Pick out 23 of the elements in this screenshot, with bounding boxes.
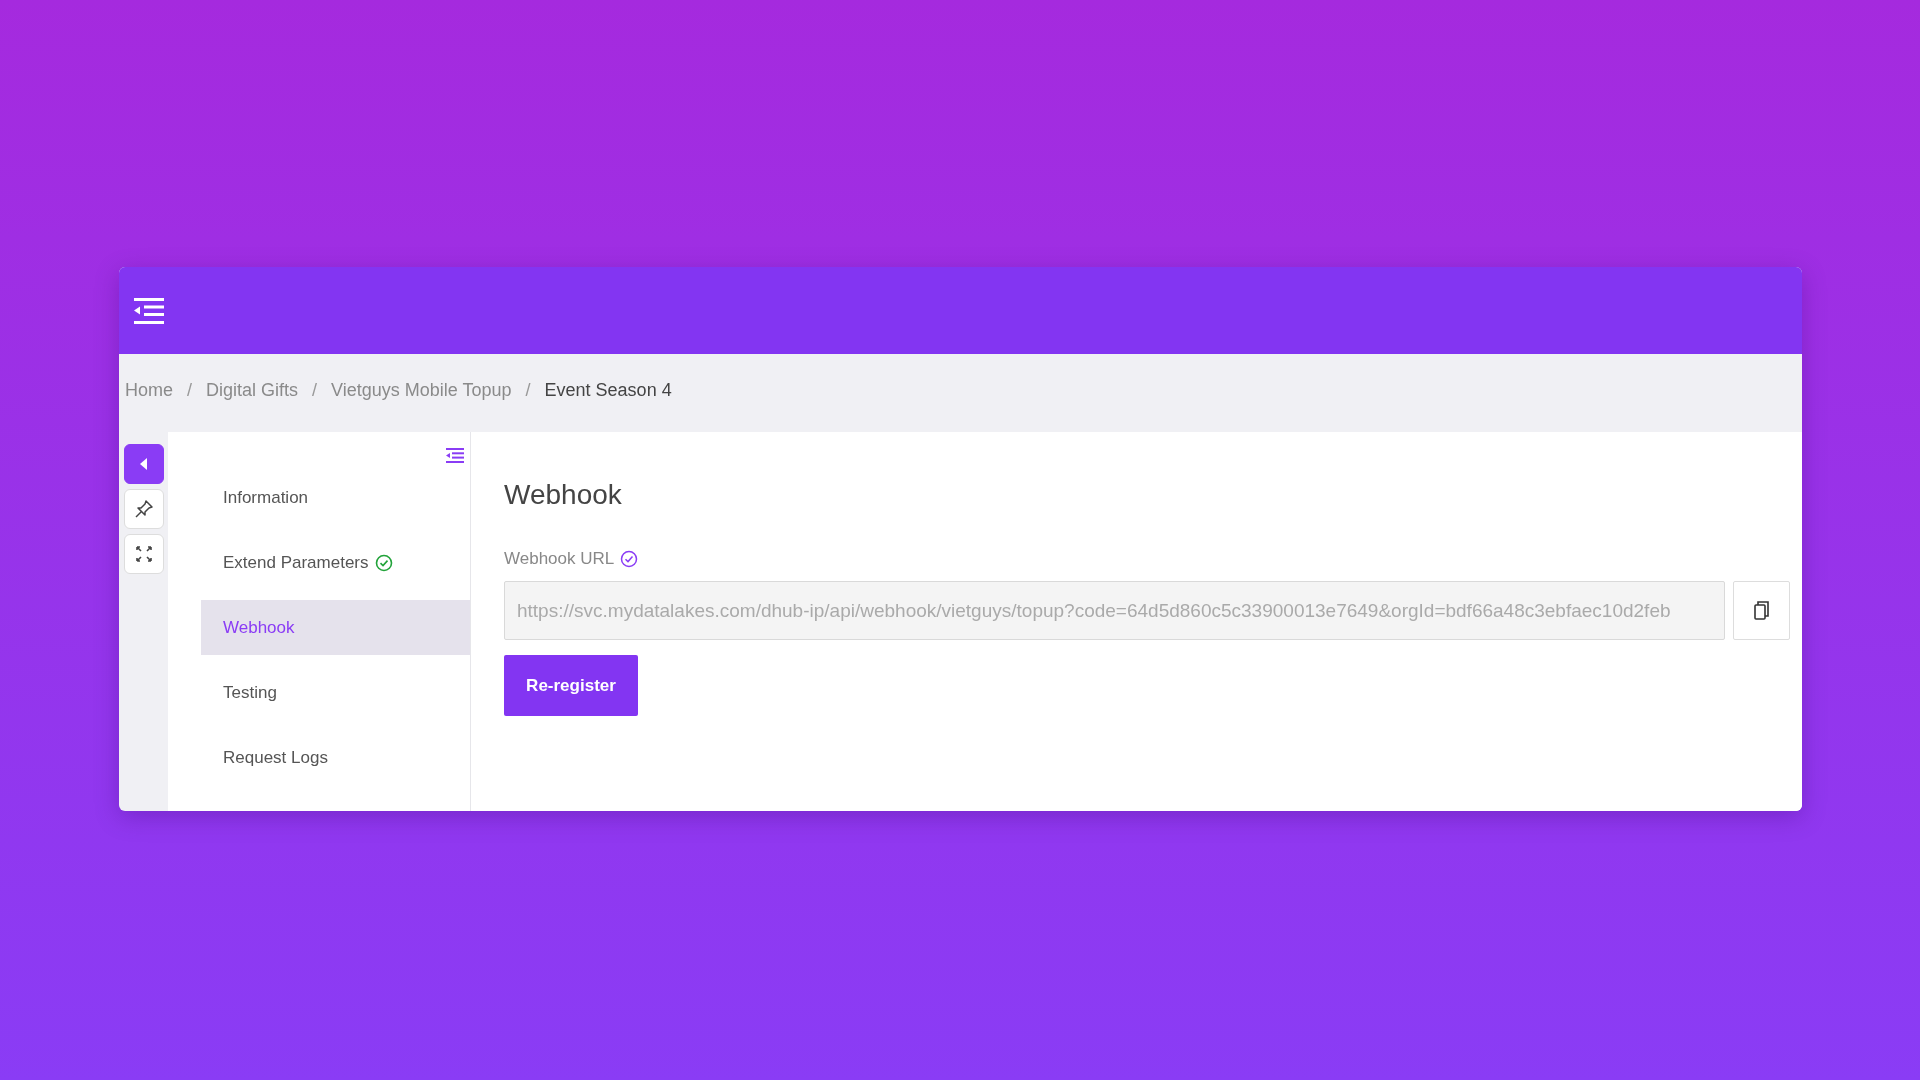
collapse-menu-icon[interactable] — [446, 448, 464, 463]
breadcrumb-separator: / — [525, 379, 531, 401]
breadcrumb-link[interactable]: Digital Gifts — [206, 379, 299, 401]
copy-button[interactable] — [1733, 581, 1790, 640]
nav-item[interactable]: Information — [201, 470, 470, 525]
fullscreen-icon — [134, 545, 153, 563]
nav-item[interactable]: Testing — [201, 665, 470, 720]
menu-icon[interactable] — [134, 297, 164, 324]
breadcrumb-separator: / — [312, 379, 318, 401]
re-register-button[interactable]: Re-register — [504, 655, 638, 716]
nav-item[interactable]: Webhook — [201, 600, 470, 655]
pin-button[interactable] — [123, 489, 164, 529]
collapse-button[interactable] — [123, 444, 164, 484]
field-label: Webhook URL — [504, 549, 615, 569]
pin-icon — [133, 499, 154, 519]
nav-item[interactable]: Extend Parameters — [201, 535, 470, 590]
breadcrumb-separator: / — [187, 379, 193, 401]
copy-icon — [1752, 599, 1771, 622]
breadcrumb-link[interactable]: Home — [125, 379, 173, 401]
breadcrumb-link[interactable]: Vietguys Mobile Topup — [331, 379, 512, 401]
fullscreen-button[interactable] — [123, 534, 164, 574]
nav-item[interactable]: Request Logs — [201, 730, 470, 785]
page-title: Webhook — [504, 479, 622, 511]
